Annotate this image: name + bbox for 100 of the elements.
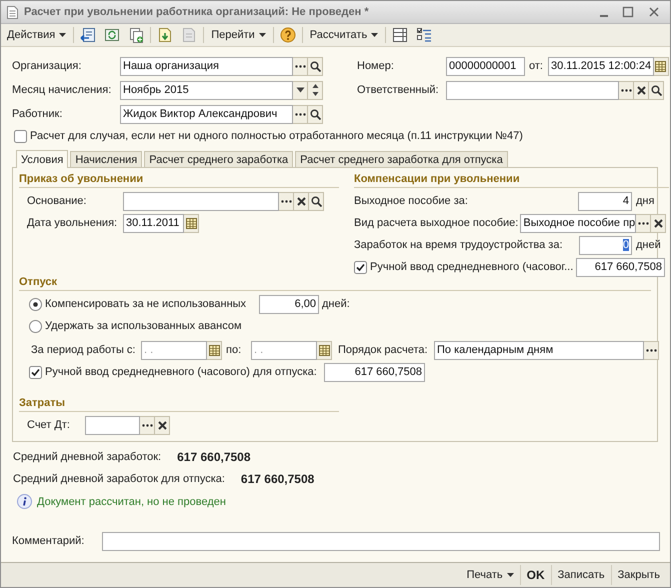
tab[interactable]: Условия <box>16 150 68 168</box>
search-button[interactable] <box>309 192 324 210</box>
tab[interactable]: Расчет среднего заработка <box>144 151 294 167</box>
radio-button[interactable] <box>29 320 42 332</box>
caret-icon <box>59 33 66 37</box>
radio-label: Удержать за использованных авансом <box>45 320 242 332</box>
clear-button[interactable] <box>294 192 309 210</box>
severance-days-field[interactable]: 4 <box>578 192 632 210</box>
basis-field[interactable] <box>123 192 279 210</box>
select-button[interactable] <box>636 214 652 232</box>
radio-button[interactable] <box>29 298 42 310</box>
clear-button[interactable] <box>155 416 170 434</box>
caret-icon <box>258 33 266 37</box>
vacation-average-field[interactable]: 617 660,7508 <box>324 362 425 382</box>
comment-field[interactable] <box>102 532 660 550</box>
calendar-icon <box>208 344 220 356</box>
field-label: Номер: <box>357 60 395 72</box>
checkbox[interactable] <box>29 366 42 378</box>
search-button[interactable] <box>649 80 664 100</box>
menu-button[interactable]: Действия <box>4 25 70 45</box>
number-field[interactable]: 00000000001 <box>446 56 525 76</box>
info-icon <box>17 494 32 509</box>
field-label: Организация: <box>12 60 82 72</box>
organization-field[interactable]: Наша организация <box>120 56 293 76</box>
search-button[interactable] <box>308 104 323 124</box>
more-icon <box>142 423 152 427</box>
summary-label: Средний дневной заработок: <box>13 451 162 463</box>
document-icon <box>7 6 18 18</box>
spin-button[interactable] <box>308 80 323 100</box>
menu-button[interactable]: Перейти <box>208 25 269 45</box>
footer-button[interactable]: OK <box>520 565 551 585</box>
menu-button[interactable]: Рассчитать <box>306 25 382 45</box>
footer-button[interactable]: Записать <box>550 565 611 585</box>
debit-account-field[interactable] <box>85 416 140 434</box>
search-icon <box>650 84 662 96</box>
dismissal-date-field[interactable]: 30.11.2011 <box>123 214 184 232</box>
more-icon <box>646 348 656 352</box>
month-field[interactable]: Ноябрь 2015 <box>120 80 293 100</box>
field-label: Комментарий: <box>12 535 86 547</box>
search-icon <box>310 108 320 120</box>
select-button[interactable] <box>644 340 659 360</box>
radio-label: Компенсировать за не использованных <box>45 298 246 310</box>
calendar-button[interactable] <box>317 340 332 360</box>
field-label: Вид расчета выходное пособие: <box>354 217 520 229</box>
select-button[interactable] <box>293 56 308 76</box>
responsible-field[interactable] <box>446 80 619 100</box>
clear-icon <box>296 196 306 206</box>
more-icon <box>638 221 649 225</box>
checkbox[interactable] <box>354 260 367 274</box>
calendar-button[interactable] <box>184 214 199 232</box>
clear-button[interactable] <box>651 214 666 232</box>
field-label: Месяц начисления: <box>12 84 112 96</box>
section-title: Компенсации при увольнении <box>354 173 520 185</box>
calendar-button[interactable] <box>207 340 222 360</box>
footer-button[interactable]: Печать <box>460 565 520 585</box>
more-icon <box>620 88 632 92</box>
footer-button[interactable]: Закрыть <box>610 565 666 585</box>
calendar-button[interactable] <box>654 56 669 76</box>
unpost-document-icon <box>181 27 198 43</box>
list-icon <box>392 27 408 43</box>
select-button[interactable] <box>293 104 308 124</box>
date-field[interactable]: 30.11.2015 12:00:24 <box>548 56 654 76</box>
more-icon <box>294 64 306 68</box>
more-icon <box>280 199 292 203</box>
checkbox-label: Ручной ввод среднедневного (часовог... <box>370 261 574 273</box>
vacation-days-field[interactable]: 6,00 <box>259 294 319 314</box>
tab[interactable]: Расчет среднего заработка для отпуска <box>295 151 508 167</box>
checklist-icon <box>416 27 432 43</box>
select-button[interactable] <box>140 416 155 434</box>
tab[interactable]: Начисления <box>70 151 142 167</box>
unit-label: дней <box>636 239 662 251</box>
job-search-days-field[interactable]: 0 <box>579 236 632 254</box>
field-label: Выходное пособие за: <box>354 195 469 207</box>
checkbox[interactable] <box>14 130 27 142</box>
summary-value: 617 660,7508 <box>240 472 314 486</box>
search-icon <box>310 196 322 206</box>
select-button[interactable] <box>279 192 294 210</box>
calendar-icon <box>186 218 196 228</box>
field-label: Дата увольнения: <box>27 217 118 229</box>
help-icon <box>280 27 296 43</box>
clear-icon <box>636 86 646 94</box>
calendar-icon <box>655 60 666 72</box>
summary-label: Средний дневной заработок для отпуска: <box>13 473 226 485</box>
copy-icon <box>128 27 144 43</box>
calc-order-field[interactable]: По календарным дням <box>434 340 644 360</box>
summary-value: 617 660,7508 <box>177 450 251 464</box>
employee-field[interactable]: Жидок Виктор Александрович <box>120 104 293 124</box>
average-earnings-field[interactable]: 617 660,7508 <box>576 258 665 276</box>
field-label: Порядок расчета: <box>338 344 429 356</box>
severance-type-field[interactable]: Выходное пособие пр <box>520 214 636 232</box>
section-title: Отпуск <box>19 276 58 288</box>
field-label: от: <box>529 60 544 72</box>
clear-button[interactable] <box>634 80 649 100</box>
field-label: Работник: <box>12 108 64 120</box>
select-button[interactable] <box>619 80 634 100</box>
dropdown-button[interactable] <box>293 80 308 100</box>
search-button[interactable] <box>308 56 323 76</box>
help-button[interactable] <box>278 25 298 45</box>
caret-icon <box>371 33 378 37</box>
field-label: Основание: <box>27 195 88 207</box>
